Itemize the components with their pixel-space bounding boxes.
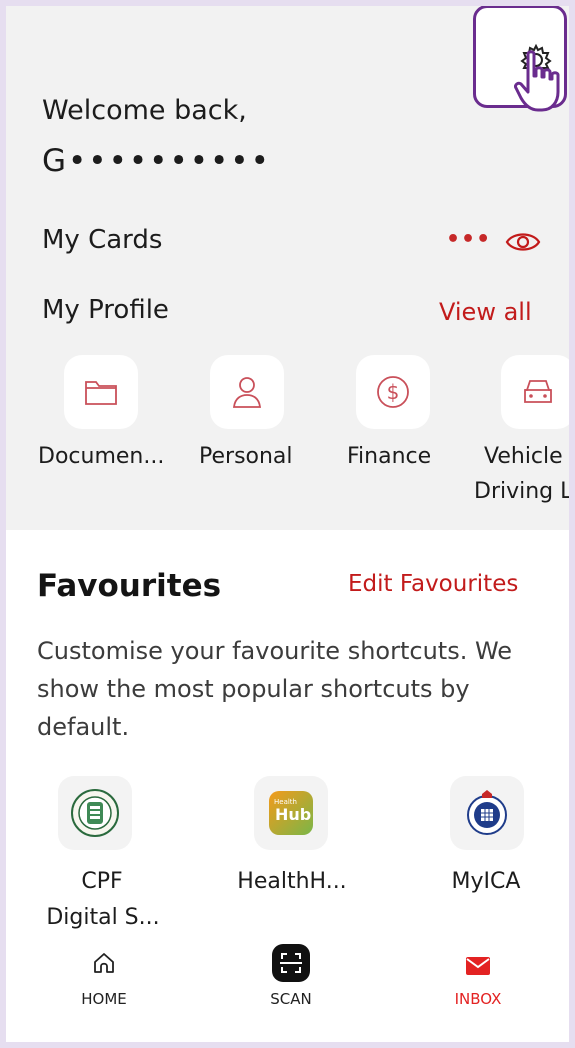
cards-more-button[interactable]: ••• <box>446 227 491 252</box>
favourites-title: Favourites <box>37 568 222 604</box>
profile-vehicle-label-line2: Driving Li <box>474 479 575 504</box>
profile-personal-tile[interactable] <box>210 355 284 429</box>
welcome-text: Welcome back, <box>42 95 247 126</box>
masked-user-name: G•••••••••• <box>42 143 271 179</box>
favourite-healthhub-label: HealthH... <box>237 869 347 894</box>
svg-text:$: $ <box>387 380 400 404</box>
ica-logo-icon <box>467 790 507 835</box>
profile-vehicle-tile[interactable] <box>501 355 575 429</box>
nav-inbox-label: INBOX <box>454 990 502 1008</box>
eye-icon[interactable] <box>505 229 541 255</box>
profile-documents-tile[interactable] <box>64 355 138 429</box>
nav-inbox[interactable]: INBOX <box>446 956 510 1008</box>
car-icon <box>524 380 552 403</box>
home-icon <box>94 953 114 973</box>
favourite-myica-label: MyICA <box>451 869 521 894</box>
profile-finance-tile[interactable]: $ <box>356 355 430 429</box>
nav-scan[interactable]: SCAN <box>258 944 324 1008</box>
favourite-healthhub-tile[interactable]: Health Hub <box>254 776 328 850</box>
healthhub-logo-text: Hub <box>275 805 312 824</box>
settings-button[interactable] <box>473 5 567 112</box>
nav-scan-label: SCAN <box>270 990 312 1008</box>
view-all-link[interactable]: View all <box>439 298 532 326</box>
favourite-cpf-label: CPF <box>81 869 123 894</box>
dollar-icon: $ <box>377 376 409 408</box>
favourite-myica-tile[interactable] <box>450 776 524 850</box>
profile-personal-label: Personal <box>199 444 293 469</box>
favourite-cpf-tile[interactable] <box>58 776 132 850</box>
my-cards-title: My Cards <box>42 225 163 255</box>
mail-icon <box>466 957 490 975</box>
profile-documents-label: Documen... <box>38 444 165 469</box>
folder-icon <box>85 381 117 405</box>
nav-home-label: HOME <box>81 990 127 1008</box>
edit-favourites-link[interactable]: Edit Favourites <box>348 571 518 597</box>
favourite-cpf-label-line2: Digital S... <box>46 905 160 930</box>
profile-finance-label: Finance <box>347 444 432 469</box>
my-profile-title: My Profile <box>42 295 169 325</box>
profile-vehicle-label: Vehicle <box>484 444 563 469</box>
nav-home[interactable]: HOME <box>74 950 134 1008</box>
cpf-logo-icon <box>71 789 119 837</box>
scan-icon <box>272 944 310 982</box>
person-icon <box>232 377 262 408</box>
healthhub-logo-icon: Health Hub <box>269 791 313 835</box>
favourites-description: Customise your favourite shortcuts. We s… <box>37 637 513 741</box>
pointer-hand-icon <box>514 50 560 112</box>
